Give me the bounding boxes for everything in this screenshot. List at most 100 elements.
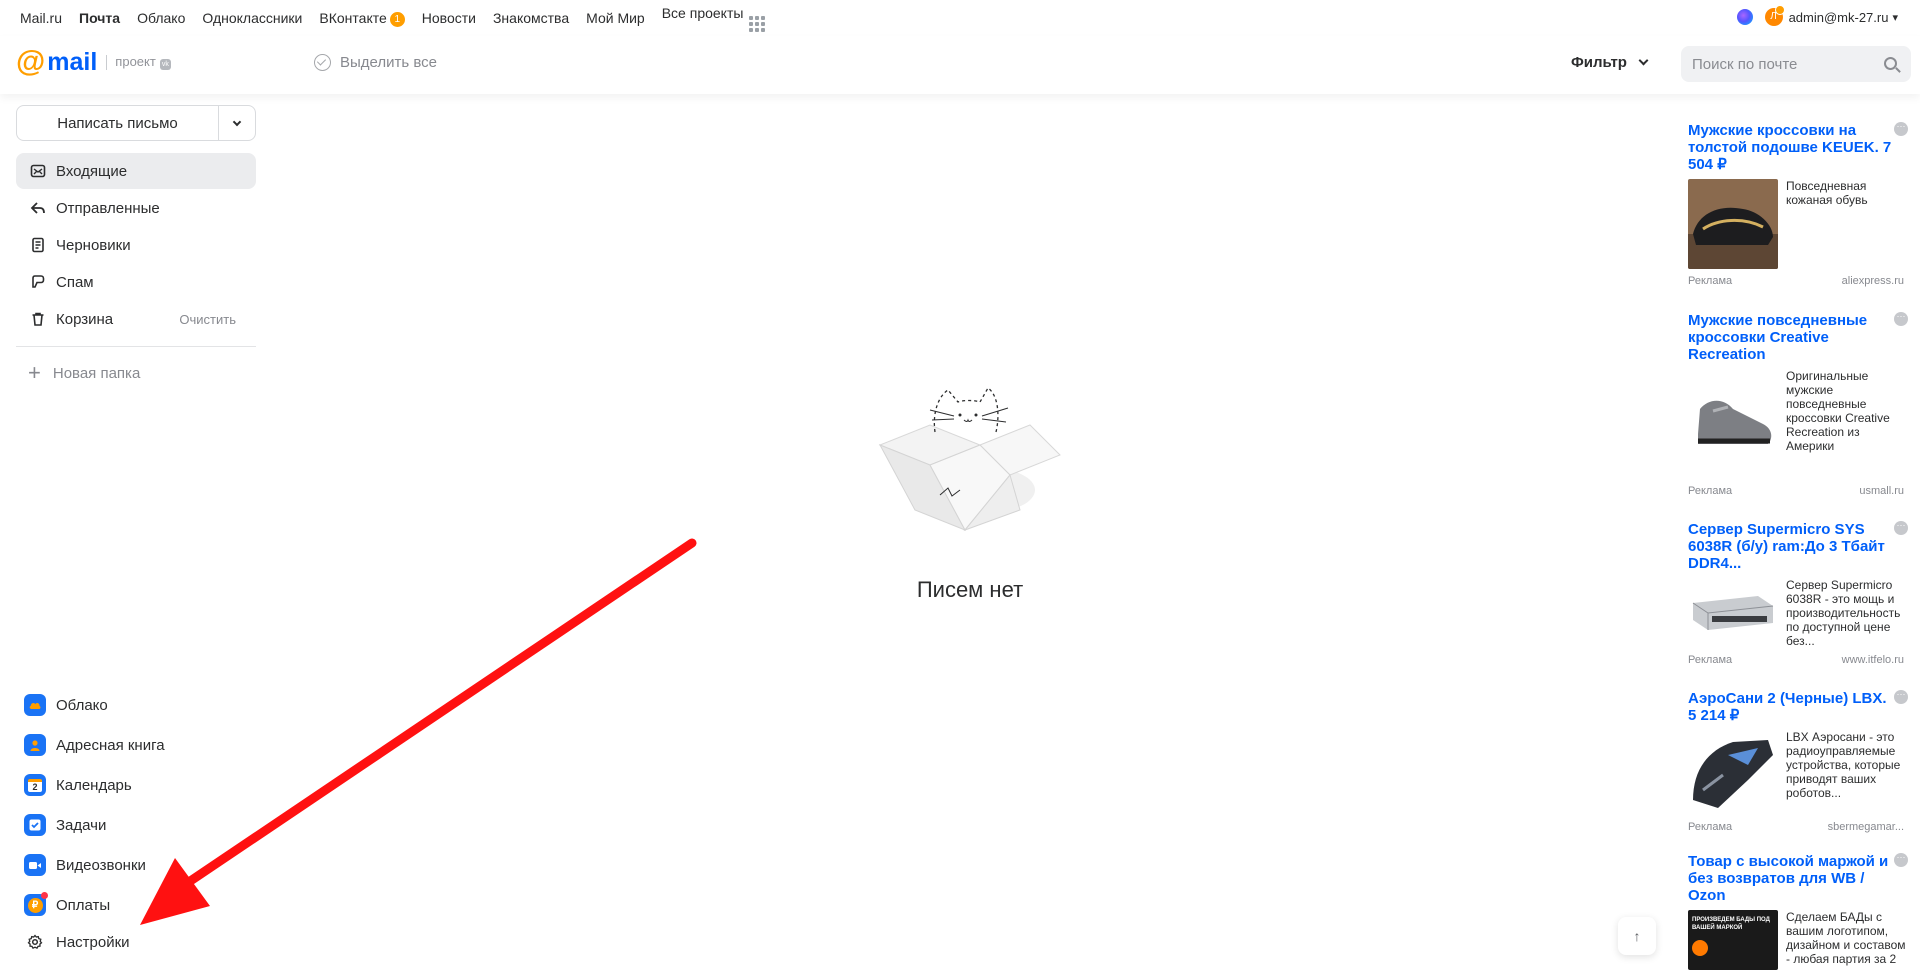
scroll-top-button[interactable]: ↑ [1618,917,1656,955]
ad-card[interactable]: Мужские повседневные кроссовки Creative … [1688,312,1908,521]
ad-more-icon[interactable]: ··· [1894,122,1908,136]
ad-more-icon[interactable]: ··· [1894,312,1908,326]
video-call-icon [24,854,46,876]
ad-text: LBX Аэросани - это радиоуправляемые устр… [1786,730,1901,800]
select-all-button[interactable]: Выделить все [314,54,437,71]
folder-label: Черновики [56,236,131,254]
search-input[interactable] [1681,46,1911,82]
app-video-calls[interactable]: Видеозвонки [24,845,254,885]
compose-dropdown-button[interactable] [219,106,255,140]
user-email[interactable]: admin@mk-27.ru [1789,10,1889,25]
spam-icon [28,272,48,292]
ads-column: Мужские кроссовки на толстой подошве KEU… [1688,122,1908,970]
apps-grid-icon [749,15,766,32]
header: @ mail проект vk Выделить все Фильтр [0,36,1920,94]
folder-drafts[interactable]: Черновики [16,227,256,263]
app-tasks[interactable]: Задачи [24,805,254,845]
folder-spam[interactable]: Спам [16,264,256,300]
avatar[interactable]: Л [1764,5,1785,26]
search-icon[interactable] [1884,57,1897,70]
user-caret-icon: ▾ [1892,11,1898,24]
assistant-orb-icon[interactable] [1736,9,1753,25]
folder-label: Спам [56,273,94,291]
folder-label: Входящие [56,162,128,180]
portal-link-dating[interactable]: Знакомства [493,10,569,26]
ad-label: Реклама [1688,654,1733,666]
inbox-icon [28,161,48,181]
ad-more-icon[interactable]: ··· [1894,853,1908,867]
plus-icon: + [28,360,41,385]
app-address-book[interactable]: Адресная книга [24,725,254,765]
ad-more-icon[interactable]: ··· [1894,690,1908,704]
portal-link-vk[interactable]: ВКонтакте 1 [319,10,405,27]
folder-label: Корзина [56,310,114,328]
app-label: Календарь [56,776,132,794]
apps-list: Облако Адресная книга 2 Календарь Задачи… [24,685,254,959]
contacts-icon [24,734,46,756]
folder-label: Отправленные [56,199,160,217]
ad-label: Реклама [1688,485,1733,497]
folder-sent[interactable]: Отправленные [16,190,256,226]
logo-at-icon: @ [16,45,46,78]
portal-link-ok[interactable]: Одноклассники [202,10,302,26]
ad-title[interactable]: АэроСани 2 (Черные) LBX. 5 214 ₽ [1688,690,1893,724]
app-payments[interactable]: ₽ Оплаты [24,885,254,925]
ad-domain: aliexpress.ru [1841,275,1904,287]
app-label: Задачи [56,816,107,834]
ad-title[interactable]: Товар с высокой маржой и без возвратов д… [1688,853,1893,904]
folder-inbox[interactable]: Входящие [16,153,256,189]
new-folder-label: Новая папка [52,364,141,382]
ad-title[interactable]: Мужские кроссовки на толстой подошве KEU… [1688,122,1893,173]
gear-icon [24,931,46,953]
vk-badge: 1 [389,11,405,27]
ad-image-supplements: ПРОИЗВЕДЕМ БАДЫ ПОД ВАШЕЙ МАРКОЙ [1688,910,1778,970]
compose-button[interactable]: Написать письмо [17,106,219,140]
folder-trash[interactable]: Корзина Очистить [16,301,256,337]
new-folder-button[interactable]: + Новая папка [28,360,141,385]
empty-box-cat-illustration [878,387,1061,532]
ad-title[interactable]: Сервер Supermicro SYS 6038R (б/у) ram:До… [1688,521,1893,572]
ad-image-rc-sled [1688,730,1778,815]
portal-link-cloud[interactable]: Облако [137,10,185,26]
app-calendar[interactable]: 2 Календарь [24,765,254,805]
app-label: Видеозвонки [56,856,146,874]
app-settings[interactable]: Настройки [24,925,254,959]
cloud-icon [24,694,46,716]
ad-text: Оригинальные мужские повседневные кроссо… [1786,369,1890,453]
filter-label: Фильтр [1571,54,1627,71]
ad-title[interactable]: Мужские повседневные кроссовки Creative … [1688,312,1893,363]
filter-button[interactable]: Фильтр [1571,54,1649,71]
ad-image-shoe [1688,179,1778,269]
ad-label: Реклама [1688,821,1733,833]
app-label: Облако [56,696,108,714]
ad-card[interactable]: Товар с высокой маржой и без возвратов д… [1688,853,1908,970]
app-cloud[interactable]: Облако [24,685,254,725]
ad-card[interactable]: АэроСани 2 (Черные) LBX. 5 214 ₽ ··· LBX… [1688,690,1908,853]
user-menu[interactable]: Л admin@mk-27.ru ▾ [1736,5,1898,26]
app-label: Оплаты [56,896,111,914]
check-circle-icon [314,54,331,71]
mail-logo[interactable]: @ mail проект vk [16,45,171,78]
payments-icon: ₽ [24,892,48,916]
portal-link-mailru[interactable]: Mail.ru [20,10,62,26]
ad-card[interactable]: Сервер Supermicro SYS 6038R (б/у) ram:До… [1688,521,1908,690]
ad-more-icon[interactable]: ··· [1894,521,1908,535]
ad-card[interactable]: Мужские кроссовки на толстой подошве KEU… [1688,122,1908,312]
ad-image-sneaker [1688,369,1778,479]
logo-vk-icon: vk [159,58,171,70]
select-all-label: Выделить все [340,54,438,71]
folder-list: Входящие Отправленные Черновики Спам Кор… [16,153,256,338]
logo-project-text: проект [115,53,156,69]
ad-domain: sbermegamar... [1827,821,1904,833]
portal-link-myworld[interactable]: Мой Мир [586,10,645,26]
ad-domain: www.itfelo.ru [1841,654,1904,666]
calendar-icon: 2 [24,774,46,796]
portal-link-mail[interactable]: Почта [79,10,120,26]
clear-trash-button[interactable]: Очистить [179,312,236,327]
chevron-down-icon [1638,55,1649,66]
portal-bar: Mail.ru Почта Облако Одноклассники ВКонт… [0,0,1920,36]
chevron-down-icon [232,117,242,126]
portal-link-all-projects[interactable]: Все проекты [662,5,766,32]
portal-link-news[interactable]: Новости [422,10,476,26]
ad-text: Сделаем БАДы с вашим логотипом, дизайном… [1786,910,1906,966]
